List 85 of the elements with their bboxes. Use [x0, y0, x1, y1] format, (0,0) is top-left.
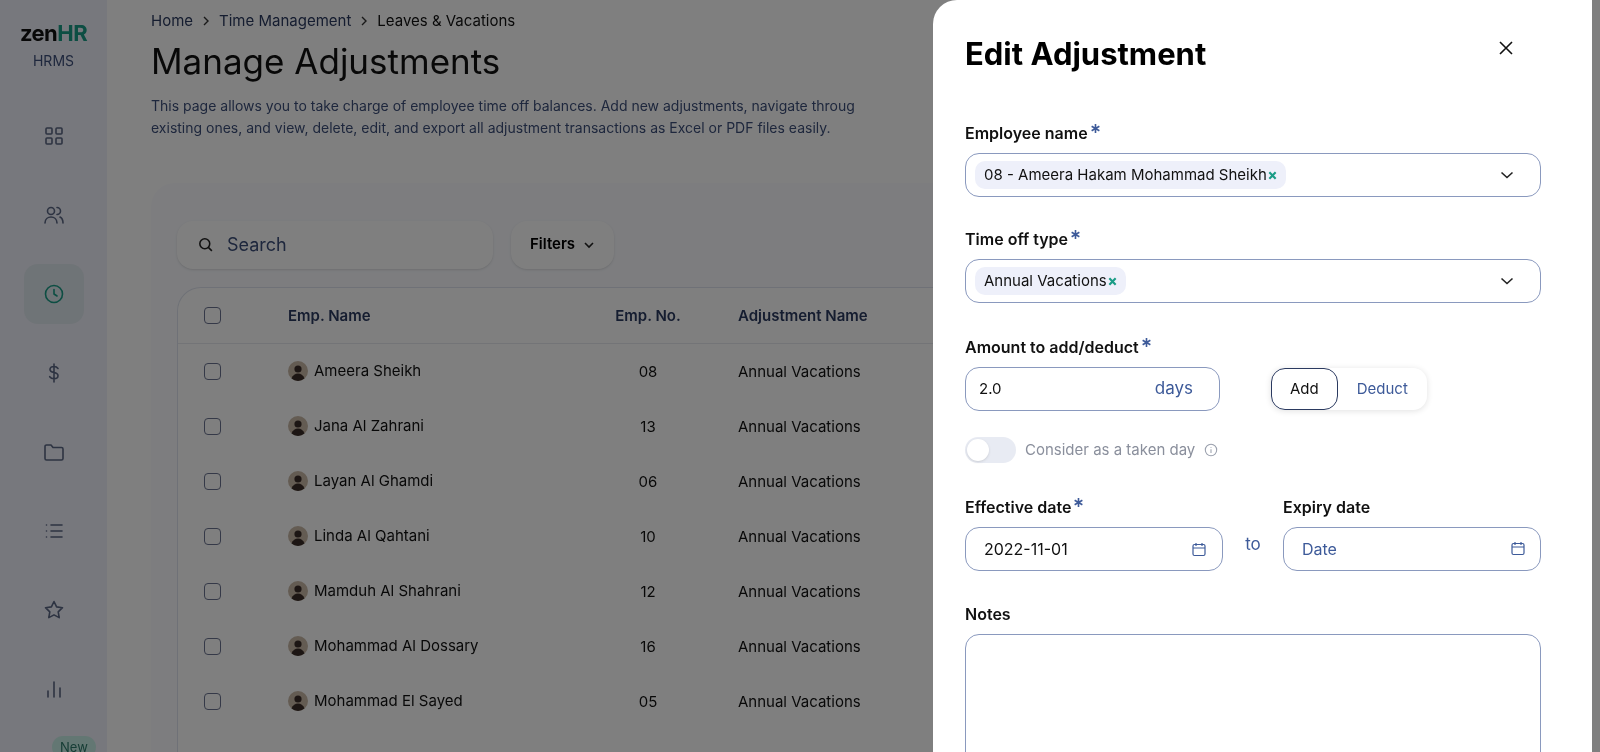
field-label: Time off type	[965, 229, 1069, 249]
page-title: Manage Adjustments	[151, 38, 501, 83]
page-description: This page allows you to take charge of employee time off balances. Add new adjustments, navigate throug existing ones, and view, delete, edit, and export all adjustment transactions as Excel or PDF files easily.	[151, 95, 855, 138]
table-cell: 12	[640, 581, 656, 601]
avatar-icon	[288, 361, 308, 381]
remove-tag-icon	[1267, 170, 1277, 180]
required-asterisk-icon	[1090, 124, 1100, 133]
table-cell: Annual Vacations	[738, 636, 861, 656]
select-all-checkbox[interactable]	[204, 306, 221, 324]
logo-subtitle: HRMS	[32, 51, 74, 71]
checkbox[interactable]	[204, 692, 221, 710]
selected-tag: 08 - Ameera Hakam Mohammad Sheikh	[975, 161, 1286, 189]
field-label: Notes	[965, 604, 1011, 624]
table-cell: Annual Vacations	[738, 471, 861, 491]
toggle-label: Consider as a taken day	[1025, 438, 1196, 461]
employee-name: Mohammad El Sayed	[314, 689, 463, 712]
table-cell: 06	[638, 471, 658, 491]
avatar-icon	[288, 691, 308, 711]
employee-name: Jana Al Zahrani	[314, 414, 424, 437]
employee-name: Layan Al Ghamdi	[314, 469, 434, 492]
avatar-icon	[288, 471, 308, 491]
employee-name: Mohammad Al Dossary	[314, 634, 479, 657]
table-cell: 10	[640, 526, 656, 546]
logo-text: zenHR	[19, 20, 88, 46]
drawer-title: Edit Adjustment	[965, 34, 1207, 74]
select-field[interactable]: 08 - Ameera Hakam Mohammad Sheikh	[965, 153, 1541, 197]
employee-name: Linda Al Qahtani	[314, 524, 430, 547]
table-cell: Annual Vacations	[738, 361, 861, 381]
checkbox[interactable]	[204, 527, 221, 545]
checkbox[interactable]	[204, 362, 221, 380]
avatar-icon	[288, 526, 308, 546]
close-icon	[1498, 40, 1514, 56]
employee-name: Mamduh Al Shahrani	[314, 579, 461, 602]
date-field[interactable]: 2022-11-01	[965, 527, 1223, 571]
table-cell: Annual Vacations	[738, 691, 861, 711]
avatar-icon	[288, 636, 308, 656]
date-field[interactable]: Date	[1283, 527, 1541, 571]
calendar-icon	[1192, 541, 1206, 557]
checkbox[interactable]	[204, 637, 221, 655]
search-field[interactable]: Search	[177, 220, 493, 269]
avatar-icon	[288, 416, 308, 436]
field-label: Employee name	[965, 123, 1088, 143]
column-header[interactable]: Emp. Name	[288, 305, 371, 325]
table-cell: 13	[640, 416, 656, 436]
range-separator: to	[1244, 532, 1262, 556]
select-field[interactable]: Annual Vacations	[965, 259, 1541, 303]
table-cell: 05	[638, 691, 658, 711]
required-asterisk-icon	[1074, 498, 1084, 507]
amount-field[interactable]: 2.0 days	[965, 367, 1220, 411]
calendar-icon	[1511, 541, 1525, 556]
table-cell: Annual Vacations	[738, 416, 861, 436]
required-asterisk-icon	[1141, 338, 1151, 347]
segment-button[interactable]: Add	[1271, 368, 1338, 410]
new-badge: New	[52, 736, 96, 752]
segment-button[interactable]: Deduct	[1337, 368, 1427, 410]
column-header[interactable]: Adjustment Name	[738, 305, 868, 325]
required-asterisk-icon	[1071, 230, 1081, 239]
checkbox[interactable]	[204, 417, 221, 435]
selected-tag: Annual Vacations	[975, 267, 1126, 295]
toggle-switch[interactable]	[965, 437, 1016, 463]
avatar-icon	[288, 581, 308, 601]
breadcrumb-link[interactable]: Time Management	[219, 10, 352, 33]
field-label: Expiry date	[1283, 497, 1371, 517]
breadcrumb-current: Leaves & Vacations	[377, 10, 516, 32]
info-icon	[1204, 443, 1219, 457]
employee-name: Ameera Sheikh	[314, 359, 422, 382]
notes-field[interactable]	[965, 634, 1541, 752]
unit-label: days	[1154, 377, 1193, 401]
field-label: Effective date	[965, 497, 1072, 517]
chevron-down-icon	[583, 240, 596, 249]
checkbox[interactable]	[204, 472, 221, 490]
remove-tag-icon	[1107, 276, 1117, 286]
chevron-down-icon	[1500, 171, 1514, 179]
chevron-down-icon	[1500, 277, 1514, 285]
filters-button[interactable]: Filters	[511, 220, 615, 269]
checkbox[interactable]	[204, 582, 221, 600]
search-icon	[197, 235, 214, 253]
table-cell: 16	[640, 636, 656, 656]
table-cell: Annual Vacations	[738, 581, 861, 601]
table-cell: Annual Vacations	[738, 526, 861, 546]
nav-item[interactable]	[23, 264, 84, 324]
column-header[interactable]: Emp. No.	[615, 305, 681, 325]
field-label: Amount to add/deduct	[965, 337, 1139, 357]
table-cell: 08	[638, 361, 658, 381]
breadcrumb-link[interactable]: Home	[151, 10, 194, 33]
